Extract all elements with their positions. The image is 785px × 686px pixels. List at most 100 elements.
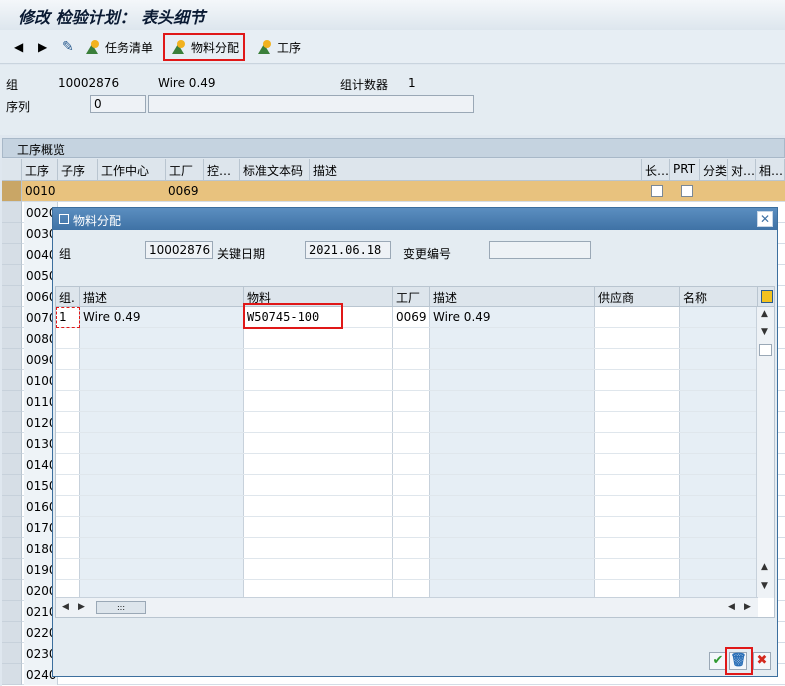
header-area: 组 10002876 Wire 0.49 组计数器 1 序列 0	[0, 65, 785, 135]
row-selector[interactable]	[2, 580, 22, 601]
row-selector[interactable]	[2, 265, 22, 286]
row-selector[interactable]	[2, 286, 22, 307]
plant-value: 0069	[168, 184, 199, 198]
highlight-frame	[163, 33, 245, 61]
cancel-button[interactable]: ✖	[753, 652, 771, 670]
column-header[interactable]: 工序	[22, 159, 58, 181]
sequence-field[interactable]: 0	[90, 95, 146, 113]
column-header[interactable]: 标准文本码	[240, 159, 310, 181]
plant-description-cell: Wire 0.49	[433, 310, 491, 324]
edit-button[interactable]: ✎	[62, 36, 74, 58]
row-selector[interactable]	[2, 391, 22, 412]
column-header[interactable]: 对…	[728, 159, 756, 181]
row-divider	[56, 453, 756, 454]
column-settings-button[interactable]	[758, 287, 774, 307]
column-header[interactable]: 工厂	[166, 159, 204, 181]
scroll-up-icon[interactable]: ▲	[761, 562, 768, 572]
row-selector[interactable]	[2, 328, 22, 349]
row-divider	[56, 579, 756, 580]
group-label: 组	[59, 247, 72, 261]
dialog-title-bar: 物料分配 ✕	[53, 208, 777, 230]
column-header[interactable]: 描述	[430, 287, 595, 307]
row-selector[interactable]	[2, 538, 22, 559]
material-assignment-table: 组. 描述 物料 工厂 描述 供应商 名称 1 Wire 0.49 W50745…	[55, 286, 775, 618]
column-header[interactable]: 相…	[756, 159, 785, 181]
scroll-up-icon[interactable]: ▲	[761, 309, 768, 319]
row-selector[interactable]	[2, 349, 22, 370]
column-header[interactable]: 工作中心	[98, 159, 166, 181]
table-settings-icon	[761, 290, 773, 303]
column-header[interactable]: 控…	[204, 159, 240, 181]
column-header[interactable]: PRT	[670, 159, 700, 181]
row-selector[interactable]	[2, 181, 22, 202]
row-selector[interactable]	[2, 475, 22, 496]
cursor-cell-frame	[56, 307, 80, 328]
scroll-thumb[interactable]: :::	[96, 601, 146, 614]
operation-label: 工序	[277, 40, 302, 55]
scroll-right-icon[interactable]: ▶	[744, 602, 751, 612]
column-header[interactable]: 描述	[310, 159, 642, 181]
edit-window-icon	[59, 214, 69, 224]
plant-cell[interactable]: 0069	[396, 310, 427, 324]
row-divider	[56, 516, 756, 517]
highlight-frame	[243, 303, 343, 329]
pencil-icon: ✎	[62, 39, 74, 55]
row-selector[interactable]	[2, 244, 22, 265]
task-list-button[interactable]: 任务清单	[86, 36, 153, 58]
row-selector[interactable]	[2, 202, 22, 223]
scroll-down-icon[interactable]: ▼	[761, 581, 768, 591]
table-row[interactable]: 1 Wire 0.49 W50745-100 0069 Wire 0.49	[56, 307, 758, 327]
mountain-icon	[86, 40, 102, 54]
key-date-label: 关键日期	[217, 247, 266, 261]
close-icon[interactable]: ✕	[757, 211, 773, 227]
operation-button[interactable]: 工序	[258, 36, 301, 58]
column-header[interactable]: 长…	[642, 159, 670, 181]
scroll-down-icon[interactable]: ▼	[761, 327, 768, 337]
checkmark-icon: ✔	[712, 653, 724, 668]
row-selector[interactable]	[2, 664, 22, 685]
column-header[interactable]: 名称	[680, 287, 758, 307]
row-selector[interactable]	[2, 622, 22, 643]
select-all-cell[interactable]	[2, 159, 22, 181]
row-selector[interactable]	[2, 601, 22, 622]
row-selector[interactable]	[2, 496, 22, 517]
row-selector[interactable]	[2, 643, 22, 664]
row-divider	[56, 474, 756, 475]
row-selector[interactable]	[2, 223, 22, 244]
row-divider	[56, 390, 756, 391]
row-selector[interactable]	[2, 454, 22, 475]
row-selector[interactable]	[2, 559, 22, 580]
key-date-field: 2021.06.18	[305, 241, 391, 259]
scroll-right-icon[interactable]: ▶	[78, 602, 85, 612]
group-value: 10002876	[58, 76, 120, 90]
arrow-right-icon: ▶	[38, 40, 48, 54]
checkbox[interactable]	[651, 185, 663, 197]
table-row[interactable]: 0010 0069	[2, 181, 785, 202]
row-selector[interactable]	[2, 433, 22, 454]
column-header[interactable]: 供应商	[595, 287, 680, 307]
scroll-left-icon[interactable]: ◀	[62, 602, 69, 612]
row-selector[interactable]	[2, 412, 22, 433]
sequence-description-field[interactable]	[148, 95, 474, 113]
row-selector[interactable]	[2, 307, 22, 328]
operation-overview-header: 工序概览	[2, 138, 785, 158]
column-header[interactable]: 子序	[58, 159, 98, 181]
column-header[interactable]: 分类	[700, 159, 728, 181]
row-selector[interactable]	[2, 370, 22, 391]
horizontal-scrollbar[interactable]: ◀ ▶ ::: ◀ ▶	[56, 597, 758, 617]
column-header[interactable]: 描述	[80, 287, 244, 307]
row-selector[interactable]	[2, 517, 22, 538]
row-divider	[56, 495, 756, 496]
window-title: 修改 检验计划： 表头细节	[18, 8, 206, 27]
scroll-thumb[interactable]	[759, 344, 772, 356]
checkbox[interactable]	[681, 185, 693, 197]
column-header[interactable]: 工厂	[393, 287, 430, 307]
previous-button[interactable]: ◀	[14, 36, 23, 58]
group-label: 组	[6, 78, 19, 92]
vertical-scrollbar[interactable]: ▲ ▼ ▲ ▼	[756, 307, 774, 598]
scroll-left-icon[interactable]: ◀	[728, 602, 735, 612]
column-header[interactable]: 组.	[56, 287, 80, 307]
row-divider	[56, 558, 756, 559]
next-button[interactable]: ▶	[38, 36, 47, 58]
group-counter-label: 组计数器	[340, 78, 389, 92]
